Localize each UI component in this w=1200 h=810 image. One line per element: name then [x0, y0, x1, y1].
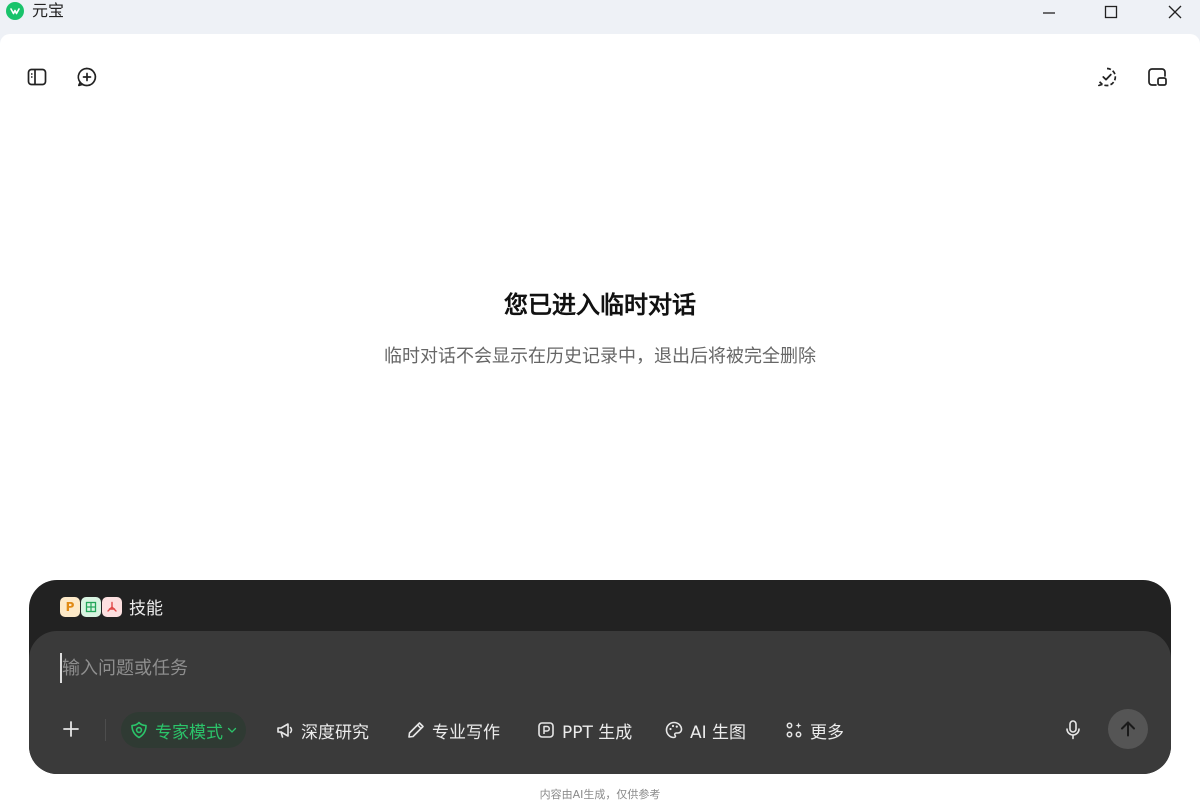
- deep-research-label: 深度研究: [301, 722, 369, 743]
- expert-mode-dropdown[interactable]: 专家模式: [121, 712, 246, 748]
- ai-image-button[interactable]: AI 生图: [664, 712, 746, 748]
- ppt-skill-icon: P: [60, 596, 80, 617]
- send-button[interactable]: [1108, 709, 1148, 749]
- sheet-skill-icon: [81, 596, 101, 617]
- minimize-button[interactable]: [1026, 0, 1072, 24]
- minimize-icon: [1043, 12, 1055, 14]
- composer: 专家模式 深度研究 专业写作 PPT 生成: [29, 631, 1171, 774]
- temporary-chat-button[interactable]: [1092, 62, 1122, 92]
- app-logo-icon: [6, 2, 24, 20]
- pro-writing-label: 专业写作: [432, 722, 500, 743]
- ai-disclaimer: 内容由AI生成，仅供参考: [539, 788, 661, 801]
- ai-image-label: AI 生图: [690, 722, 747, 743]
- more-button[interactable]: 更多: [784, 712, 844, 748]
- title-bar: 元宝: [0, 0, 1200, 34]
- ppt-icon: [538, 722, 554, 738]
- arrow-up-icon: [1121, 721, 1135, 737]
- new-chat-icon: [77, 67, 97, 87]
- temporary-chat-title: 您已进入临时对话: [504, 291, 696, 319]
- apps-icon: [786, 722, 802, 738]
- expert-mode-icon: [131, 721, 147, 739]
- voice-input-button[interactable]: [1059, 715, 1087, 745]
- close-button[interactable]: [1152, 0, 1198, 24]
- temporary-chat-check-icon: [1097, 67, 1117, 87]
- microphone-icon: [1066, 720, 1080, 740]
- more-label: 更多: [810, 722, 844, 743]
- pdf-skill-icon: [102, 596, 122, 617]
- maximize-button[interactable]: [1088, 0, 1134, 24]
- chevron-down-icon: [227, 727, 237, 733]
- deep-research-button[interactable]: 深度研究: [275, 712, 369, 748]
- pro-writing-button[interactable]: 专业写作: [406, 712, 500, 748]
- ppt-generate-button[interactable]: PPT 生成: [536, 712, 632, 748]
- window-mode-button[interactable]: [1142, 62, 1172, 92]
- megaphone-icon: [277, 723, 293, 738]
- new-chat-button[interactable]: [72, 62, 102, 92]
- attach-button[interactable]: [58, 716, 84, 742]
- chat-input[interactable]: [60, 653, 960, 683]
- palette-icon: [665, 721, 683, 739]
- window-title: 元宝: [32, 1, 65, 20]
- toggle-sidebar-button[interactable]: [22, 62, 52, 92]
- picture-in-picture-icon: [1148, 68, 1167, 86]
- close-icon: [1168, 5, 1182, 19]
- ppt-generate-label: PPT 生成: [562, 722, 633, 743]
- plus-icon: [63, 721, 79, 737]
- expert-mode-label: 专家模式: [155, 722, 223, 743]
- skills-label: 技能: [129, 599, 163, 619]
- maximize-icon: [1104, 5, 1118, 19]
- divider: [105, 719, 106, 741]
- temporary-chat-description: 临时对话不会显示在历史记录中，退出后将被完全删除: [384, 346, 816, 367]
- skills-button[interactable]: P 技能: [60, 594, 163, 619]
- sidebar-icon: [27, 68, 47, 86]
- main-panel: 您已进入临时对话 临时对话不会显示在历史记录中，退出后将被完全删除 P 技能 专…: [0, 34, 1200, 810]
- pen-icon: [408, 722, 424, 738]
